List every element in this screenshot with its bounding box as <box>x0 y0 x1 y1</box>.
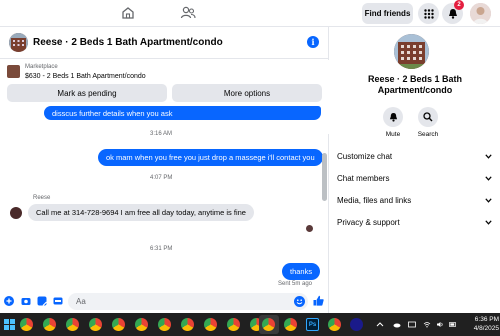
chat-members-label: Chat members <box>337 173 390 183</box>
message-bubble-outgoing[interactable]: disscus further details when you ask <box>44 106 321 120</box>
chrome-icon[interactable] <box>112 318 125 331</box>
home-icon[interactable] <box>121 6 135 20</box>
chrome-icon[interactable] <box>328 318 341 331</box>
message-timestamp: 3:16 AM <box>150 131 173 137</box>
chevron-down-icon <box>485 219 492 225</box>
thumbs-up-icon[interactable] <box>313 295 324 306</box>
details-title: Reese · 2 Beds 1 Bath Apartment/condo <box>367 74 463 95</box>
top-navigation: Find friends 2 <box>0 0 500 27</box>
sender-name: Reese <box>33 195 51 201</box>
message-timestamp: 4:07 PM <box>150 175 173 181</box>
chrome-icon[interactable] <box>43 318 56 331</box>
emoji-icon[interactable] <box>294 296 305 307</box>
search-icon <box>423 112 433 122</box>
listing-thumbnail[interactable] <box>9 33 28 52</box>
message-list: disscus further details when you ask 3:1… <box>0 103 329 289</box>
marketplace-thumbnail[interactable] <box>7 65 20 78</box>
chrome-icon[interactable] <box>181 318 194 331</box>
chrome-icon[interactable] <box>204 318 217 331</box>
chrome-icon[interactable] <box>89 318 102 331</box>
bell-icon <box>448 9 457 19</box>
chevron-up-icon[interactable] <box>376 321 384 328</box>
marketplace-label: Marketplace <box>25 64 58 70</box>
sender-avatar[interactable] <box>10 207 22 219</box>
mute-label: Mute <box>385 131 401 138</box>
search-label: Search <box>417 131 439 138</box>
chevron-down-icon <box>485 197 492 203</box>
message-input[interactable]: Aa <box>68 293 308 310</box>
taskbar: Ps 6:36 PM 4/8/2025 <box>0 313 500 336</box>
photoshop-icon[interactable]: Ps <box>306 318 319 331</box>
chevron-down-icon <box>485 153 492 159</box>
clock[interactable]: 6:36 PM 4/8/2025 <box>461 315 499 333</box>
wifi-icon[interactable] <box>423 321 431 328</box>
chevron-down-icon <box>485 175 492 181</box>
composer: Aa <box>0 290 329 313</box>
clock-date: 4/8/2025 <box>473 325 499 332</box>
mute-button[interactable]: Mute <box>378 107 408 138</box>
friends-icon[interactable] <box>180 6 196 20</box>
scrollbar[interactable] <box>322 153 327 201</box>
message-status: Sent 5m ago <box>278 281 313 287</box>
plus-icon[interactable] <box>4 296 14 306</box>
chat-panel: Reese · 2 Beds 1 Bath Apartment/condo i … <box>0 27 329 313</box>
privacy-support-row[interactable]: Privacy & support <box>337 214 492 230</box>
battery-icon[interactable] <box>449 321 457 328</box>
notification-badge: 2 <box>454 0 464 10</box>
chat-members-row[interactable]: Chat members <box>337 170 492 186</box>
privacy-support-label: Privacy & support <box>337 217 400 227</box>
info-icon[interactable]: i <box>307 36 319 48</box>
message-bubble-outgoing[interactable]: ok mam when you free you just drop a mas… <box>98 149 323 166</box>
speaker-icon[interactable] <box>436 321 444 328</box>
app-icon[interactable] <box>350 318 363 331</box>
customize-chat-row[interactable]: Customize chat <box>337 148 492 164</box>
chrome-icon[interactable] <box>158 318 171 331</box>
cloud-icon[interactable] <box>393 321 401 328</box>
read-receipt-avatar <box>306 225 313 232</box>
message-timestamp: 6:31 PM <box>150 246 173 252</box>
search-button[interactable]: Search <box>413 107 443 138</box>
keyboard-icon[interactable] <box>408 321 416 328</box>
media-files-links-label: Media, files and links <box>337 195 412 205</box>
profile-avatar[interactable] <box>470 3 491 24</box>
windows-start-icon[interactable] <box>4 319 15 330</box>
chrome-icon[interactable] <box>66 318 79 331</box>
chat-details-panel: Reese · 2 Beds 1 Bath Apartment/condo Mu… <box>330 27 500 313</box>
chat-title[interactable]: Reese · 2 Beds 1 Bath Apartment/condo <box>33 37 223 48</box>
sticker-icon[interactable] <box>37 296 47 306</box>
media-files-links-row[interactable]: Media, files and links <box>337 192 492 208</box>
clock-time: 6:36 PM <box>474 316 499 323</box>
more-options-button[interactable]: More options <box>172 84 322 102</box>
camera-icon[interactable] <box>21 296 31 306</box>
listing-image[interactable] <box>394 34 429 69</box>
chrome-icon[interactable] <box>262 318 275 331</box>
chrome-icon[interactable] <box>284 318 297 331</box>
message-input-placeholder: Aa <box>76 297 86 306</box>
customize-chat-label: Customize chat <box>337 151 393 161</box>
chrome-icon[interactable] <box>20 318 33 331</box>
mark-as-pending-button[interactable]: Mark as pending <box>7 84 167 102</box>
gif-icon[interactable] <box>53 296 63 306</box>
chrome-icon[interactable] <box>135 318 148 331</box>
message-bubble-incoming[interactable]: Call me at 314-728-9694 I am free all da… <box>28 204 254 221</box>
listing-title[interactable]: $630 - 2 Beds 1 Bath Apartment/condo <box>25 73 146 80</box>
menu-button[interactable] <box>418 3 439 24</box>
chat-header: Reese · 2 Beds 1 Bath Apartment/condo i <box>0 27 329 59</box>
menu-grid-icon <box>423 8 434 19</box>
message-bubble-outgoing[interactable]: thanks <box>282 263 321 280</box>
find-friends-button[interactable]: Find friends <box>362 3 413 24</box>
chrome-icon[interactable] <box>227 318 240 331</box>
bell-icon <box>389 112 397 122</box>
